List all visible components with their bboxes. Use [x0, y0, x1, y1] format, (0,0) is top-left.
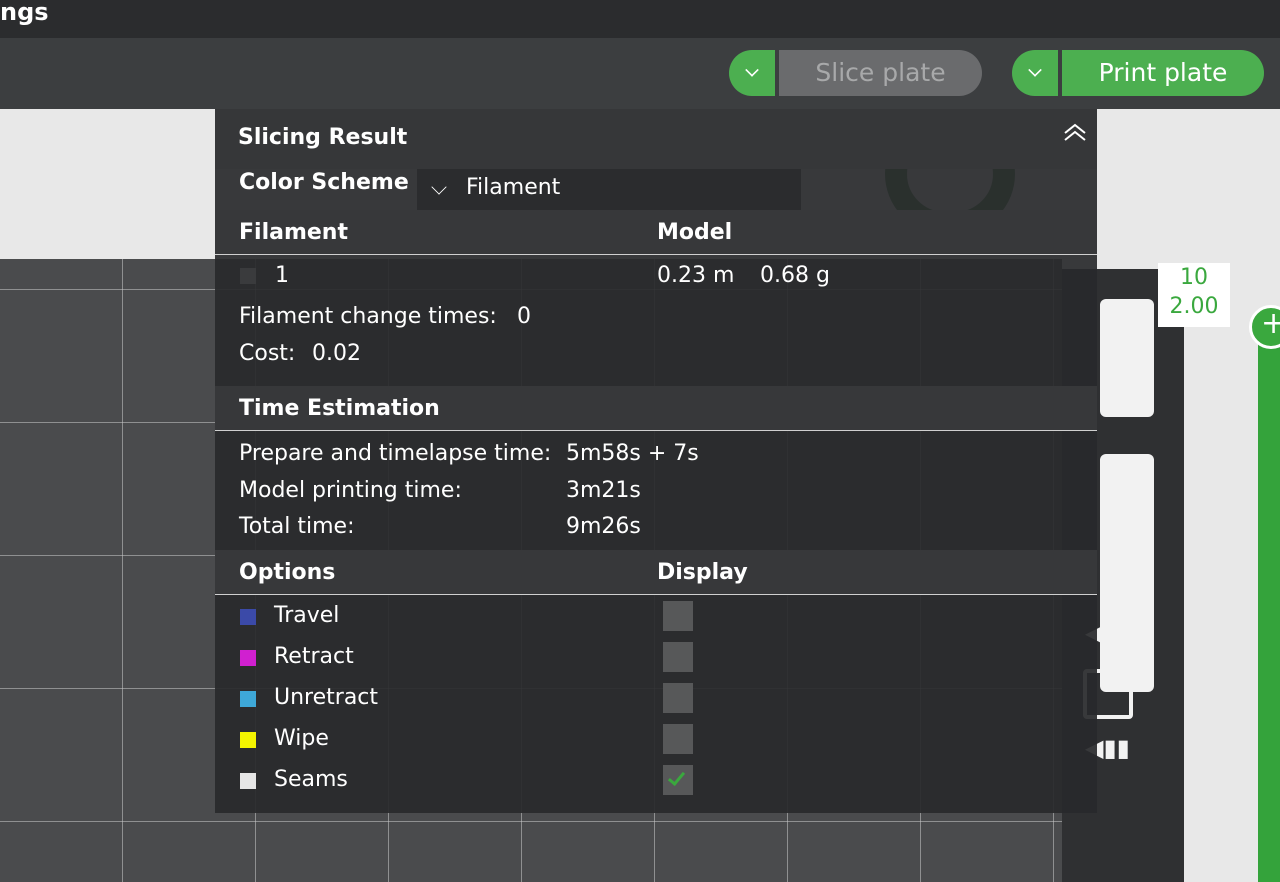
panel-header: Slicing Result	[215, 109, 1097, 169]
print-options-dropdown[interactable]	[1012, 50, 1058, 96]
options-section-header: Options Display	[215, 550, 1097, 595]
retract-display-checkbox[interactable]	[663, 642, 693, 672]
filament-length: 0.23 m	[657, 263, 735, 288]
color-scheme-value: Filament	[466, 175, 561, 200]
chevron-down-icon	[745, 63, 759, 77]
checkmark-icon	[667, 767, 686, 787]
seams-color-swatch	[240, 773, 256, 789]
filament-change-value: 0	[517, 304, 531, 329]
panel-title: Slicing Result	[238, 125, 408, 150]
option-label: Unretract	[274, 685, 379, 710]
frame-slot	[1100, 454, 1154, 692]
option-label: Seams	[274, 767, 348, 792]
wipe-display-checkbox[interactable]	[663, 724, 693, 754]
layer-height: 2.00	[1169, 294, 1219, 319]
slice-plate-button[interactable]: Slice plate	[779, 50, 982, 96]
option-label: Retract	[274, 644, 354, 669]
model-header: Model	[657, 220, 733, 245]
layer-indicator: 10 2.00	[1158, 263, 1230, 327]
travel-color-swatch	[240, 609, 256, 625]
slice-options-dropdown[interactable]	[729, 50, 775, 96]
time-section-header: Time Estimation	[215, 386, 1097, 431]
option-label: Wipe	[274, 726, 329, 751]
display-header: Display	[657, 560, 748, 585]
slicing-result-panel: Slicing Result Color Scheme Filament Fil…	[215, 109, 1097, 813]
travel-display-checkbox[interactable]	[663, 601, 693, 631]
color-scheme-label: Color Scheme	[239, 170, 409, 195]
total-time-label: Total time:	[239, 514, 355, 539]
title-bar: ngs	[0, 0, 1280, 38]
prepare-time-label: Prepare and timelapse time:	[239, 441, 552, 466]
filament-change-label: Filament change times:	[239, 304, 497, 329]
total-time-value: 9m26s	[566, 514, 641, 539]
chevron-down-icon	[1028, 63, 1042, 77]
filament-color-swatch	[240, 268, 256, 284]
filament-section-header: Filament Model	[215, 210, 1097, 255]
layer-slider-track[interactable]	[1258, 320, 1280, 882]
toolbar: Slice plate Print plate	[0, 38, 1280, 109]
unretract-display-checkbox[interactable]	[663, 683, 693, 713]
frame-slot	[1100, 299, 1154, 417]
layer-number: 10	[1180, 265, 1208, 290]
model-print-time-label: Model printing time:	[239, 478, 462, 503]
filament-weight: 0.68 g	[760, 263, 830, 288]
collapse-icon[interactable]	[1063, 121, 1087, 145]
prepare-time-value: 5m58s + 7s	[566, 441, 699, 466]
plus-icon: +	[1261, 306, 1280, 341]
wipe-color-swatch	[240, 732, 256, 748]
window-title: ngs	[0, 0, 49, 26]
filament-header: Filament	[239, 220, 348, 245]
chevron-down-icon	[431, 179, 447, 195]
unretract-color-swatch	[240, 691, 256, 707]
cost-label: Cost:	[239, 341, 296, 366]
model-print-time-value: 3m21s	[566, 478, 641, 503]
retract-color-swatch	[240, 650, 256, 666]
seams-display-checkbox[interactable]	[663, 765, 693, 795]
filament-id: 1	[275, 263, 289, 288]
print-plate-button[interactable]: Print plate	[1062, 50, 1264, 96]
time-estimation-header: Time Estimation	[239, 396, 440, 421]
color-scheme-select[interactable]: Filament	[417, 169, 801, 210]
cost-value: 0.02	[312, 341, 361, 366]
options-header: Options	[239, 560, 336, 585]
option-label: Travel	[274, 603, 340, 628]
